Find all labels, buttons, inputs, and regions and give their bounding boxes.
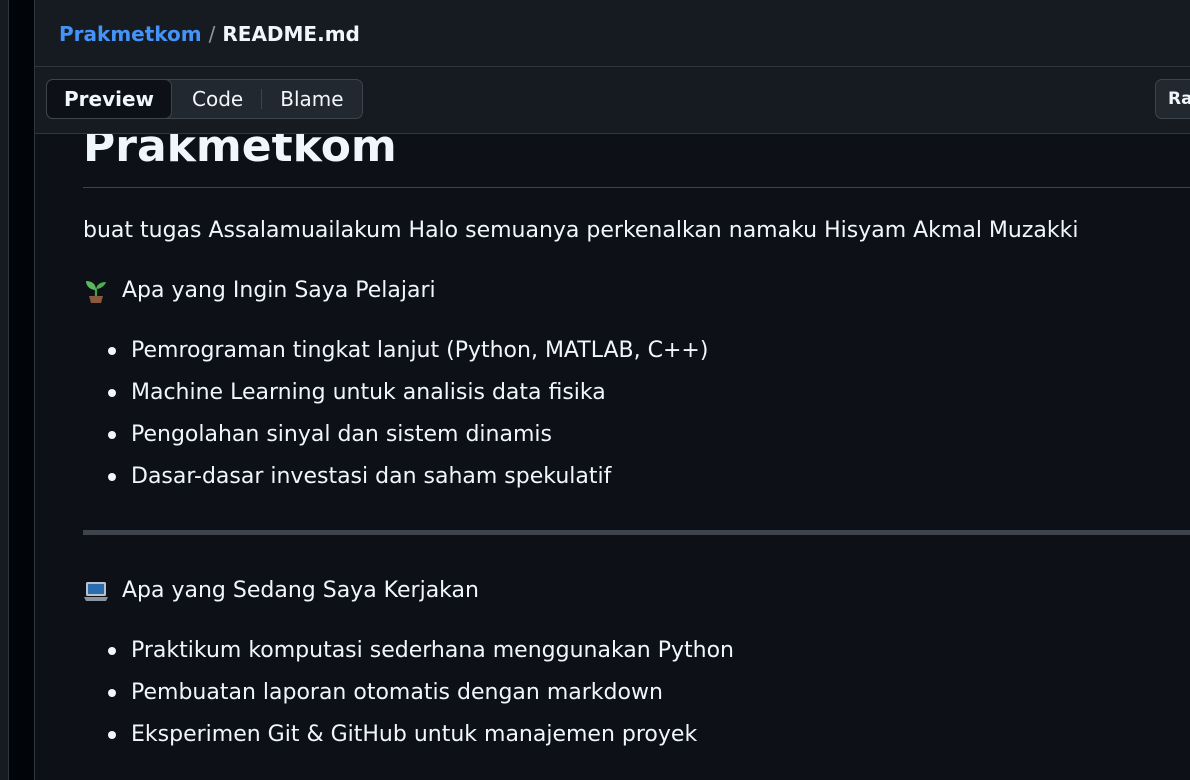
file-header: Prakmetkom / README.md xyxy=(35,0,1190,67)
tab-blame[interactable]: Blame xyxy=(262,79,361,119)
breadcrumb-separator: / xyxy=(208,22,216,46)
raw-button[interactable]: Raw xyxy=(1155,79,1190,119)
list-item-text: Pembuatan laporan otomatis dengan markdo… xyxy=(131,680,663,705)
section-heading-working-text: Apa yang Sedang Saya Kerjakan xyxy=(122,578,479,603)
learn-list: Pemrograman tingkat lanjut (Python, MATL… xyxy=(83,336,708,504)
list-item: Machine Learning untuk analisis data fis… xyxy=(83,378,708,420)
breadcrumb-file-name: README.md xyxy=(222,22,360,46)
list-item-text: Praktikum komputasi sederhana menggunaka… xyxy=(131,638,734,663)
file-toolbar: Preview Code Blame Raw xyxy=(35,67,1190,134)
bullet-icon xyxy=(108,731,116,739)
readme-content: Prakmetkom buat tugas Assalamuailakum Ha… xyxy=(83,134,1190,780)
tab-preview[interactable]: Preview xyxy=(46,79,173,119)
list-item-text: Pemrograman tingkat lanjut (Python, MATL… xyxy=(131,338,709,363)
file-view: Prakmetkom / README.md Preview Code Blame … xyxy=(0,0,1190,780)
bullet-icon xyxy=(108,431,116,439)
list-item-text: Pengolahan sinyal dan sistem dinamis xyxy=(131,422,552,447)
view-mode-segmented-control: Preview Code Blame xyxy=(46,79,363,119)
bullet-icon xyxy=(108,473,116,481)
breadcrumb: Prakmetkom / README.md xyxy=(59,21,360,47)
breadcrumb-repo-link[interactable]: Prakmetkom xyxy=(59,22,202,46)
horizontal-rule xyxy=(83,530,1190,535)
section-heading-working: Apa yang Sedang Saya Kerjakan xyxy=(83,576,479,606)
tab-code[interactable]: Code xyxy=(174,79,261,119)
list-item: Pengolahan sinyal dan sistem dinamis xyxy=(83,420,708,462)
list-item: Pemrograman tingkat lanjut (Python, MATL… xyxy=(83,336,708,378)
readme-intro: buat tugas Assalamuailakum Halo semuanya… xyxy=(83,218,1079,243)
list-item: Dasar-dasar investasi dan saham spekulat… xyxy=(83,462,708,504)
list-item-text: Eksperimen Git & GitHub untuk manajemen … xyxy=(131,722,698,747)
laptop-icon xyxy=(83,578,109,604)
section-heading-learn: Apa yang Ingin Saya Pelajari xyxy=(83,276,436,306)
list-item: Pembuatan laporan otomatis dengan markdo… xyxy=(83,678,734,720)
list-item: Praktikum komputasi sederhana menggunaka… xyxy=(83,636,734,678)
list-item-text: Machine Learning untuk analisis data fis… xyxy=(131,380,606,405)
bullet-icon xyxy=(108,689,116,697)
working-list: Praktikum komputasi sederhana menggunaka… xyxy=(83,636,734,762)
section-heading-learn-text: Apa yang Ingin Saya Pelajari xyxy=(122,278,436,303)
title-underline xyxy=(83,187,1190,188)
left-rail xyxy=(0,0,9,780)
bullet-icon xyxy=(108,647,116,655)
readme-title: Prakmetkom xyxy=(83,134,397,172)
file-tree-gutter xyxy=(9,0,35,780)
list-item: Eksperimen Git & GitHub untuk manajemen … xyxy=(83,720,734,762)
list-item-text: Dasar-dasar investasi dan saham spekulat… xyxy=(131,464,612,489)
bullet-icon xyxy=(108,347,116,355)
seedling-icon xyxy=(83,278,109,304)
bullet-icon xyxy=(108,389,116,397)
